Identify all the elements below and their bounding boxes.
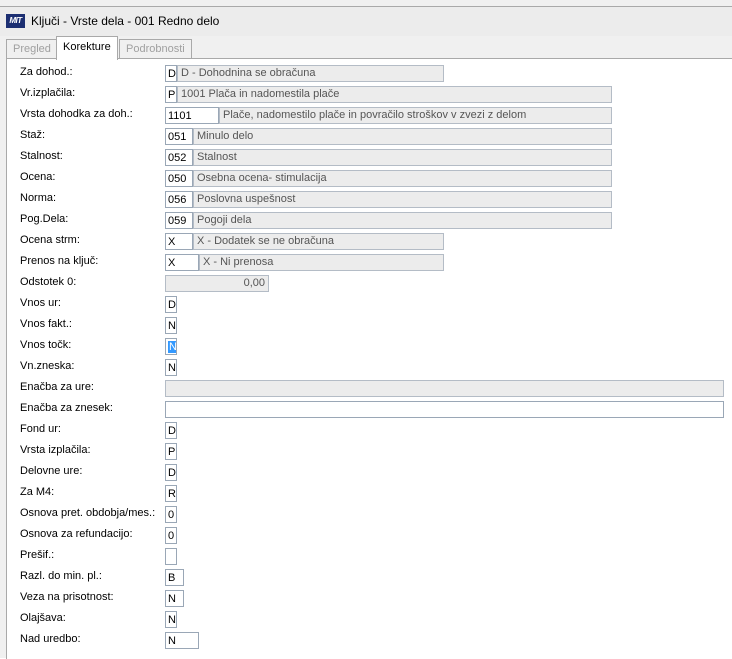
label-stalnost: Stalnost:	[20, 150, 63, 162]
label-vnos-fakt: Vnos fakt.:	[20, 318, 72, 330]
field-enacba-za-znesek[interactable]	[165, 401, 724, 418]
label-vnos-ur: Vnos ur:	[20, 297, 61, 309]
label-pog-dela: Pog.Dela:	[20, 213, 69, 225]
field-vr-izplacila-desc: 1001 Plača in nadomestila plače	[177, 86, 612, 103]
field-norma-desc: Poslovna uspešnost	[193, 191, 612, 208]
field-veza-na-prisotnost[interactable]: N	[165, 590, 184, 607]
label-fond-ur: Fond ur:	[20, 423, 61, 435]
label-za-m4: Za M4:	[20, 486, 55, 498]
label-norma: Norma:	[20, 192, 57, 204]
top-window-edge	[0, 0, 732, 7]
field-delovne-ure[interactable]: D	[165, 464, 177, 481]
label-osnova-pret-obdobja: Osnova pret. obdobja/mes.:	[20, 507, 156, 519]
label-za-dohod: Za dohod.:	[20, 66, 73, 78]
field-osnova-za-refundacijo[interactable]: 0	[165, 527, 177, 544]
field-nad-uredbo[interactable]: N	[165, 632, 199, 649]
field-odstotek[interactable]: 0,00	[165, 275, 269, 292]
field-vr-izplacila-code[interactable]: P	[165, 86, 177, 103]
field-olajsava[interactable]: N	[165, 611, 177, 628]
field-pog-dela-code[interactable]: 059	[165, 212, 193, 229]
tab-pregled[interactable]: Pregled	[6, 39, 58, 59]
field-ocena-desc: Osebna ocena- stimulacija	[193, 170, 612, 187]
field-vrsta-dohodka-code[interactable]: 1101	[165, 107, 219, 124]
field-vnos-ur[interactable]: D	[165, 296, 177, 313]
label-vrsta-izplacila: Vrsta izplačila:	[20, 444, 91, 456]
label-vr-izplacila: Vr.izplačila:	[20, 87, 76, 99]
field-norma-code[interactable]: 056	[165, 191, 193, 208]
label-vn-zneska: Vn.zneska:	[20, 360, 75, 372]
label-enacba-za-ure: Enačba za ure:	[20, 381, 94, 393]
tab-korekture[interactable]: Korekture	[56, 36, 118, 60]
field-ocena-strm-desc: X - Dodatek se ne obračuna	[193, 233, 444, 250]
label-olajsava: Olajšava:	[20, 612, 66, 624]
field-prenos-na-kljuc-desc: X - Ni prenosa	[199, 254, 444, 271]
label-delovne-ure: Delovne ure:	[20, 465, 83, 477]
field-vrsta-izplacila[interactable]: P	[165, 443, 177, 460]
label-odstotek: Odstotek 0:	[20, 276, 77, 288]
app-logo-icon: MIT	[6, 14, 25, 28]
field-vn-zneska[interactable]: N	[165, 359, 177, 376]
label-vrsta-dohodka: Vrsta dohodka za doh.:	[20, 108, 133, 120]
field-fond-ur[interactable]: D	[165, 422, 177, 439]
field-za-m4[interactable]: R	[165, 485, 177, 502]
tab-podrobnosti[interactable]: Podrobnosti	[119, 39, 192, 59]
form-panel: Pregled Korekture Podrobnosti Za dohod.:…	[0, 36, 732, 659]
field-ocena-strm-code[interactable]: X	[165, 233, 193, 250]
field-stalnost-code[interactable]: 052	[165, 149, 193, 166]
field-za-dohod-desc: D - Dohodnina se obračuna	[177, 65, 444, 82]
field-prenos-na-kljuc-code[interactable]: X	[165, 254, 199, 271]
field-vnos-fakt[interactable]: N	[165, 317, 177, 334]
field-razl-do-min-pl[interactable]: B	[165, 569, 184, 586]
tab-content: Za dohod.: D D - Dohodnina se obračuna V…	[6, 58, 732, 659]
field-vrsta-dohodka-desc: Plače, nadomestilo plače in povračilo st…	[219, 107, 612, 124]
field-osnova-pret-obdobja[interactable]: 0	[165, 506, 177, 523]
title-bar: MIT Ključi - Vrste dela - 001 Redno delo	[0, 7, 732, 37]
label-staz: Staž:	[20, 129, 46, 141]
field-ocena-code[interactable]: 050	[165, 170, 193, 187]
field-za-dohod-code[interactable]: D	[165, 65, 177, 82]
label-vnos-tock: Vnos točk:	[20, 339, 72, 351]
field-enacba-za-ure[interactable]	[165, 380, 724, 397]
label-presif: Prešif.:	[20, 549, 55, 561]
field-pog-dela-desc: Pogoji dela	[193, 212, 612, 229]
label-enacba-za-znesek: Enačba za znesek:	[20, 402, 113, 414]
label-prenos-na-kljuc: Prenos na ključ:	[20, 255, 99, 267]
label-ocena: Ocena:	[20, 171, 56, 183]
label-ocena-strm: Ocena strm:	[20, 234, 80, 246]
label-osnova-za-refundacijo: Osnova za refundacijo:	[20, 528, 133, 540]
label-nad-uredbo: Nad uredbo:	[20, 633, 81, 645]
field-staz-desc: Minulo delo	[193, 128, 612, 145]
label-razl-do-min-pl: Razl. do min. pl.:	[20, 570, 102, 582]
field-vnos-tock[interactable]: N	[165, 338, 177, 355]
selected-text: N	[168, 341, 177, 353]
window-title: Ključi - Vrste dela - 001 Redno delo	[31, 14, 220, 28]
field-stalnost-desc: Stalnost	[193, 149, 612, 166]
label-veza-na-prisotnost: Veza na prisotnost:	[20, 591, 114, 603]
field-presif[interactable]	[165, 548, 177, 565]
field-staz-code[interactable]: 051	[165, 128, 193, 145]
